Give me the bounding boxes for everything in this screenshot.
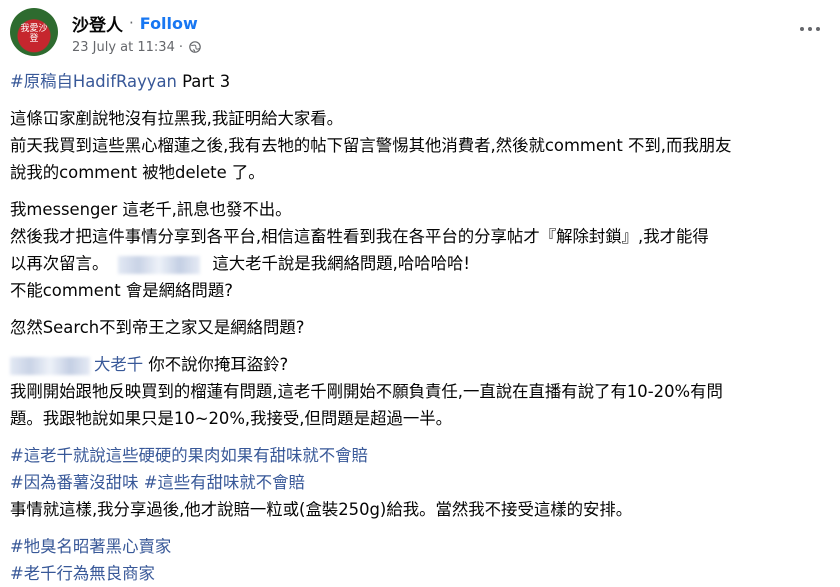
hashtag-link[interactable]: #因為番薯沒甜味 — [10, 473, 138, 492]
redacted-name — [118, 255, 201, 274]
hashtag-link[interactable]: #這些有甜味就不會賠 — [144, 473, 305, 492]
hashtag-line: #牠臭名昭著黑心賣家 — [10, 533, 825, 560]
paragraph-line: 題。我跟牠說如果只是10~20%,我接受,但問題是超過一半。 — [10, 409, 453, 428]
post-title-line: #原稿自HadifRayyan Part 3 — [10, 68, 825, 95]
post-body: #原稿自HadifRayyan Part 3 這條冚家剷說牠沒有拉黑我,我証明給… — [10, 68, 825, 587]
paragraph-line: 大老千 你不說你掩耳盜鈴? — [10, 351, 825, 378]
paragraph-text: 你不說你掩耳盜鈴? — [143, 355, 289, 374]
name-row: 沙登人 · Follow — [72, 11, 198, 36]
mention-link[interactable]: 大老千 — [94, 355, 143, 374]
paragraph-line: 以再次留言。 這大老千說是我網絡問題,哈哈哈哈! — [10, 250, 825, 277]
facebook-post: 我愛沙登 沙登人 · Follow 23 July at 11:34 · #原稿… — [0, 0, 840, 583]
more-options-icon[interactable] — [798, 16, 822, 40]
hashtag-line: #因為番薯沒甜味 #這些有甜味就不會賠 — [10, 469, 825, 496]
redacted-mention — [10, 356, 90, 375]
hashtag-link[interactable]: #牠臭名昭著黑心賣家 — [10, 537, 171, 556]
avatar[interactable]: 我愛沙登 — [10, 8, 58, 56]
avatar-logo-text: 我愛沙登 — [20, 24, 48, 44]
paragraph-text: 這大老千說是我網絡問題,哈哈哈哈! — [212, 254, 470, 273]
paragraph-line: 然後我才把這件事情分享到各平台,相信這畜牲看到我在各平台的分享帖才『解除封鎖』,… — [10, 227, 709, 246]
meta-separator: · — [178, 39, 183, 55]
paragraph-line: 說我的comment 被牠delete 了。 — [10, 163, 265, 182]
hashtag-link[interactable]: #原稿自HadifRayyan — [10, 72, 177, 91]
paragraph-line: 我messenger 這老千,訊息也發不出。 — [10, 200, 292, 219]
post-timestamp[interactable]: 23 July at 11:34 — [72, 40, 175, 55]
paragraph-line: 我剛開始跟牠反映買到的榴蓮有問題,這老千剛開始不願負責任,一直說在直播有說了有1… — [10, 382, 723, 401]
post-header: 我愛沙登 沙登人 · Follow 23 July at 11:34 · — [10, 8, 830, 58]
paragraph-line: 前天我買到這些黑心榴蓮之後,我有去牠的帖下留言警惕其他消費者,然後就commen… — [10, 136, 732, 155]
page-name[interactable]: 沙登人 — [72, 11, 123, 36]
name-separator: · — [129, 14, 134, 32]
paragraph-line: 這條冚家剷說牠沒有拉黑我,我証明給大家看。 — [10, 109, 344, 128]
follow-button[interactable]: Follow — [140, 14, 198, 33]
post-title-suffix: Part 3 — [176, 72, 231, 91]
paragraph-line: 忽然Search不到帝王之家又是網絡問題? — [10, 318, 305, 337]
paragraph-line: 事情就這樣,我分享過後,他才說賠一粒或(盒裝250g)給我。當然我不接受這樣的安… — [10, 500, 633, 519]
post-meta: 23 July at 11:34 · — [72, 38, 201, 56]
paragraph-line: 不能comment 會是網絡問題? — [10, 281, 233, 300]
hashtag-line: #這老千就說這些硬硬的果肉如果有甜味就不會賠 — [10, 442, 825, 469]
hashtag-link[interactable]: #老千行為無良商家 — [10, 564, 155, 583]
paragraph-text: 以再次留言。 — [10, 254, 109, 273]
globe-icon[interactable] — [189, 41, 201, 53]
hashtag-line: #老千行為無良商家 — [10, 560, 825, 587]
hashtag-link[interactable]: #這老千就說這些硬硬的果肉如果有甜味就不會賠 — [10, 446, 368, 465]
